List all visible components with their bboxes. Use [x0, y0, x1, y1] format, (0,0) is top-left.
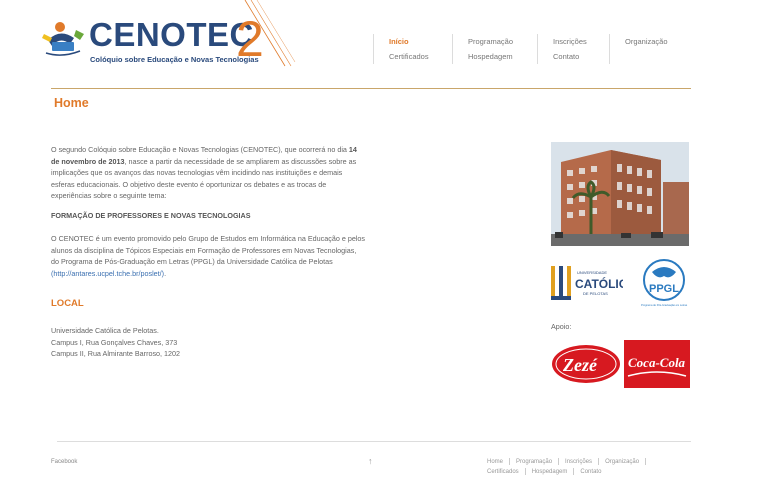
footer-link-home[interactable]: Home: [487, 458, 503, 468]
nav-link-contato[interactable]: Contato: [553, 49, 587, 64]
footer-link-certificados[interactable]: Certificados: [487, 468, 519, 478]
nav-link-hospedagem[interactable]: Hospedagem: [468, 49, 513, 64]
footer-link-organizacao[interactable]: Organização: [605, 458, 639, 468]
ppgl-logo[interactable]: PPGL Programa de Pós-Graduação em Letras: [640, 258, 688, 310]
facebook-link[interactable]: Facebook: [51, 459, 77, 465]
poslet-link[interactable]: (http://antares.ucpel.tche.br/poslet/): [51, 269, 164, 278]
university-building-photo: [551, 142, 689, 246]
catolica-top-text: UNIVERSIDADE: [577, 270, 607, 275]
footer-nav-row-2: Certificados Hospedagem Contato: [487, 467, 652, 478]
catolica-name-text: CATÓLICA: [575, 276, 623, 291]
nav-column-2: Programação Hospedagem: [452, 34, 513, 64]
ppgl-subtitle: Programa de Pós-Graduação em Letras: [641, 303, 688, 307]
footer-separator: [509, 458, 511, 465]
header-divider: [51, 88, 691, 89]
zeze-sponsor-logo[interactable]: Zezé: [551, 343, 621, 385]
mascot-icon: [42, 22, 84, 56]
footer-separator: [598, 458, 600, 465]
nav-link-inscricoes[interactable]: Inscrições: [553, 34, 587, 49]
organizer-paragraph: O CENOTEC é um evento promovido pelo Gru…: [51, 233, 366, 279]
page-title: Home: [54, 96, 89, 110]
footer-link-hospedagem[interactable]: Hospedagem: [532, 468, 568, 478]
coca-cola-sponsor-logo[interactable]: Coca-Cola: [624, 340, 690, 388]
main-content: O segundo Colóquio sobre Educação e Nova…: [51, 144, 366, 287]
local-heading: LOCAL: [51, 298, 84, 309]
footer-divider: [57, 441, 691, 442]
footer-separator: [558, 458, 560, 465]
footer-link-programacao[interactable]: Programação: [516, 458, 552, 468]
event-theme: FORMAÇÃO DE PROFESSORES E NOVAS TECNOLOG…: [51, 210, 251, 220]
intro-paragraph: O segundo Colóquio sobre Educação e Nova…: [51, 144, 366, 202]
catolica-logo[interactable]: UNIVERSIDADE CATÓLICA DE PELOTAS: [549, 262, 636, 304]
back-to-top-icon[interactable]: ↑: [368, 456, 373, 466]
nav-link-certificados[interactable]: Certificados: [389, 49, 429, 64]
footer-nav: Home Programação Inscrições Organização Cer…: [487, 458, 652, 477]
sponsors-label: Apoio:: [551, 322, 572, 331]
nav-column-3: Inscrições Contato: [537, 34, 587, 64]
nav-link-inicio[interactable]: Início: [389, 34, 429, 49]
footer-nav-row-1: Home Programação Inscrições Organização: [487, 458, 652, 468]
address-block: Universidade Católica de Pelotas. Campus…: [51, 325, 180, 360]
logo-subtitle: Colóquio sobre Educação e Novas Tecnolog…: [90, 55, 259, 64]
footer-link-contato[interactable]: Contato: [580, 468, 601, 478]
footer-separator: [573, 467, 575, 475]
organizer-text-end: .: [164, 268, 167, 278]
intro-text-start: O segundo Colóquio sobre Educação e Nova…: [51, 145, 349, 154]
footer-link-inscricoes[interactable]: Inscrições: [565, 458, 592, 468]
footer-separator: [645, 458, 647, 465]
footer-separator: [524, 467, 526, 475]
ppgl-text: PPGL: [649, 283, 679, 295]
catolica-city-text: DE PELOTAS: [583, 291, 608, 296]
address-line: Campus I, Rua Gonçalves Chaves, 373: [51, 337, 178, 347]
logo-wordmark: CENOTEC: [89, 16, 254, 53]
site-logo[interactable]: CENOTEC 2 Colóquio sobre Educação e Nova…: [42, 0, 302, 74]
address-line: Universidade Católica de Pelotas.: [51, 326, 159, 335]
nav-column-1: Início Certificados: [373, 34, 429, 64]
coca-cola-text: Coca-Cola: [628, 355, 686, 370]
address-line: Campus II, Rua Almirante Barroso, 1202: [51, 349, 181, 358]
organizer-text: O CENOTEC é um evento promovido pelo Gru…: [51, 234, 366, 266]
zeze-text: Zezé: [562, 355, 598, 375]
nav-link-organizacao[interactable]: Organização: [625, 34, 668, 49]
nav-link-programacao[interactable]: Programação: [468, 34, 513, 49]
nav-column-4: Organização: [609, 34, 668, 64]
